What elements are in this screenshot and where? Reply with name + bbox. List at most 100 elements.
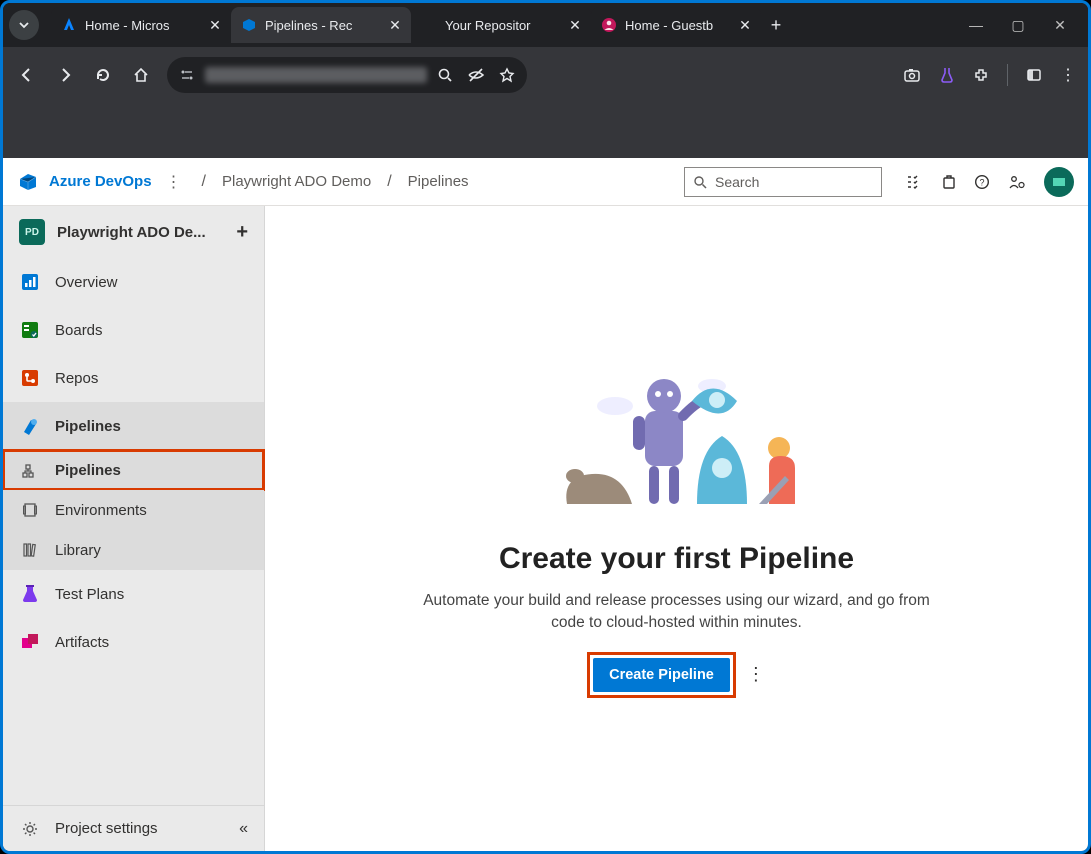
search-placeholder: Search [715,174,759,190]
add-project-button[interactable]: + [236,221,248,244]
breadcrumb-project[interactable]: Playwright ADO Demo [222,173,371,190]
sidebar: PD Playwright ADO De... + Overview Board… [3,206,265,851]
sidebar-label: Library [55,542,101,559]
gear-icon [19,818,41,840]
sidebar-subitem-pipelines[interactable]: Pipelines [3,450,264,490]
address-bar[interactable] [167,57,527,93]
omnibox-actions [437,67,515,83]
environments-icon [19,499,41,521]
forward-button[interactable] [53,63,77,87]
collapse-sidebar-icon[interactable]: « [239,820,248,838]
sidebar-item-boards[interactable]: Boards [3,306,264,354]
artifacts-icon [19,631,41,653]
camera-icon[interactable] [903,67,921,83]
page-subtext: Automate your build and release processe… [417,590,937,635]
brand-link[interactable]: Azure DevOps [49,173,152,190]
marketplace-icon[interactable] [942,174,956,190]
sidebar-label: Overview [55,274,118,291]
project-switcher[interactable]: PD Playwright ADO De... + [3,206,264,258]
sidebar-item-pipelines[interactable]: Pipelines [3,402,264,450]
back-button[interactable] [15,63,39,87]
ado-body: PD Playwright ADO De... + Overview Board… [3,206,1088,851]
url-text [205,67,427,83]
search-input[interactable]: Search [684,167,882,197]
zoom-icon[interactable] [437,67,453,83]
main-content: Create your first Pipeline Automate your… [265,206,1088,851]
help-icon[interactable]: ? [974,174,990,190]
tab-title: Pipelines - Rec [265,18,379,33]
project-settings-link[interactable]: Project settings « [3,805,264,851]
toolbar-right: ⋮ [903,64,1076,86]
minimize-button[interactable]: ― [968,17,984,34]
testplans-icon [19,583,41,605]
library-icon [19,539,41,561]
sidebar-label: Boards [55,322,103,339]
maximize-button[interactable]: ▢ [1010,17,1026,34]
sidebar-label: Pipelines [55,418,121,435]
sidebar-subitem-environments[interactable]: Environments [3,490,264,530]
close-icon[interactable]: ✕ [387,17,403,33]
sidebar-label: Environments [55,502,147,519]
empty-state-illustration [537,356,817,516]
extensions-icon[interactable] [973,67,989,83]
browser-tab[interactable]: Home - Guestb ✕ [591,7,761,43]
ado-header: Azure DevOps ⋮ / Playwright ADO Demo / P… [3,158,1088,206]
close-icon[interactable]: ✕ [567,17,583,33]
window-controls: ― ▢ ✕ [968,17,1088,34]
search-icon [693,175,707,189]
sidebar-item-repos[interactable]: Repos [3,354,264,402]
sidebar-label: Artifacts [55,634,109,651]
browser-spacer [3,103,1088,158]
browser-tab[interactable]: Your Repositor ✕ [411,7,591,43]
close-icon[interactable]: ✕ [737,17,753,33]
close-window-button[interactable]: ✕ [1052,17,1068,34]
reload-button[interactable] [91,63,115,87]
ado-icon [241,17,257,33]
browser-tab[interactable]: Pipelines - Rec ✕ [231,7,411,43]
svg-text:?: ? [979,177,984,187]
work-items-icon[interactable] [906,174,924,190]
action-row: Create Pipeline ⋮ [588,653,765,697]
create-pipeline-button[interactable]: Create Pipeline [593,658,730,692]
browser-tab[interactable]: Home - Micros ✕ [51,7,231,43]
more-actions-icon[interactable]: ⋮ [747,664,765,685]
bookmark-star-icon[interactable] [499,67,515,83]
ado-logo-icon[interactable] [17,171,39,193]
sidebar-label: Project settings [55,820,158,837]
boards-icon [19,319,41,341]
window: Home - Micros ✕ Pipelines - Rec ✕ Your R… [0,0,1091,854]
user-avatar[interactable] [1044,167,1074,197]
overview-icon [19,271,41,293]
project-badge: PD [19,219,45,245]
tab-search-dropdown[interactable] [9,10,39,40]
divider [1007,64,1008,86]
tab-title: Home - Micros [85,18,199,33]
site-info-icon[interactable] [179,67,195,83]
blank-icon [421,17,437,33]
browser-toolbar: ⋮ [3,47,1088,103]
new-tab-button[interactable]: + [761,15,791,36]
sidepanel-icon[interactable] [1026,67,1042,83]
browser-menu-icon[interactable]: ⋮ [1060,65,1076,85]
sidebar-item-testplans[interactable]: Test Plans [3,570,264,618]
flask-icon[interactable] [939,66,955,84]
pipelines-sub-icon [19,459,41,481]
eye-off-icon[interactable] [467,67,485,83]
tab-title: Your Repositor [445,18,559,33]
header-actions: ? [906,167,1074,197]
tab-title: Home - Guestb [625,18,729,33]
org-menu-icon[interactable]: ⋮ [162,172,186,192]
breadcrumb-section[interactable]: Pipelines [408,173,469,190]
home-button[interactable] [129,63,153,87]
project-name: Playwright ADO De... [57,224,224,241]
page-headline: Create your first Pipeline [499,542,854,576]
sidebar-item-artifacts[interactable]: Artifacts [3,618,264,666]
close-icon[interactable]: ✕ [207,17,223,33]
breadcrumb-sep: / [387,173,391,191]
browser-tabstrip: Home - Micros ✕ Pipelines - Rec ✕ Your R… [3,3,1088,47]
sidebar-item-overview[interactable]: Overview [3,258,264,306]
breadcrumb-sep: / [202,173,206,191]
sidebar-label: Pipelines [55,462,121,479]
sidebar-subitem-library[interactable]: Library [3,530,264,570]
user-settings-icon[interactable] [1008,174,1026,190]
